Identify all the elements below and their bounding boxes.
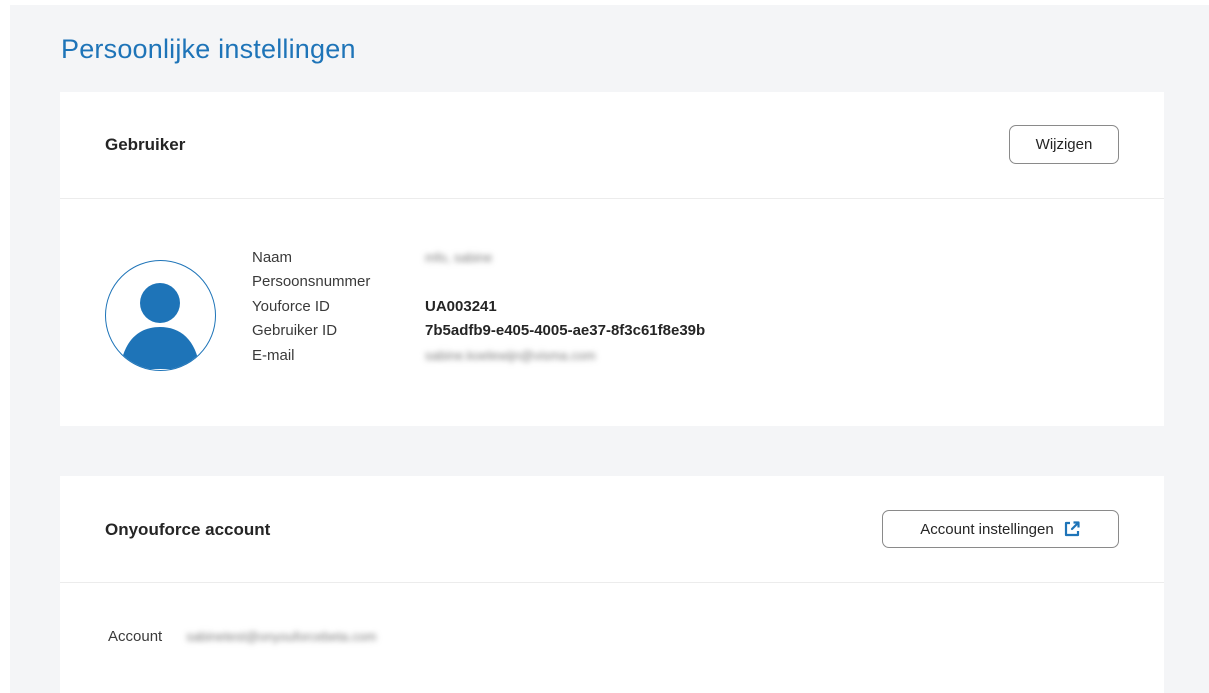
page-title: Persoonlijke instellingen bbox=[61, 34, 356, 64]
user-card-header: Gebruiker Wijzigen bbox=[60, 92, 1164, 199]
edit-button-label: Wijzigen bbox=[1035, 136, 1093, 153]
user-card-title: Gebruiker bbox=[105, 135, 186, 154]
youforce-id-value: UA003241 bbox=[425, 297, 497, 315]
settings-page: Persoonlijke instellingen Gebruiker Wijz… bbox=[10, 5, 1209, 693]
person-number-label: Persoonsnummer bbox=[252, 273, 371, 291]
user-avatar-icon bbox=[105, 260, 216, 371]
user-card: Gebruiker Wijzigen Naam mfo, sabine Pers… bbox=[60, 92, 1164, 426]
user-details: Naam mfo, sabine Persoonsnummer Youforce… bbox=[252, 245, 705, 368]
detail-row-email: E-mail sabine.koelewijn@visma.com bbox=[252, 343, 705, 368]
account-label: Account bbox=[108, 628, 163, 645]
account-settings-button[interactable]: Account instellingen bbox=[882, 510, 1119, 548]
edit-button[interactable]: Wijzigen bbox=[1009, 125, 1119, 164]
account-value: sabinetest@onyouforcebeta.com bbox=[186, 629, 377, 644]
detail-row-person-number: Persoonsnummer bbox=[252, 270, 705, 295]
youforce-id-label: Youforce ID bbox=[252, 297, 330, 315]
email-value: sabine.koelewijn@visma.com bbox=[425, 347, 596, 363]
detail-row-name: Naam mfo, sabine bbox=[252, 245, 705, 270]
external-link-icon bbox=[1063, 520, 1081, 538]
user-id-label: Gebruiker ID bbox=[252, 322, 338, 340]
name-label: Naam bbox=[252, 248, 293, 266]
account-card-header: Onyouforce account Account instellingen bbox=[60, 476, 1164, 583]
user-id-value: 7b5adfb9-e405-4005-ae37-8f3c61f8e39b bbox=[425, 322, 706, 340]
detail-row-youforce-id: Youforce ID UA003241 bbox=[252, 294, 705, 319]
account-card: Onyouforce account Account instellingen … bbox=[60, 476, 1164, 693]
name-value: mfo, sabine bbox=[425, 249, 493, 265]
account-card-title: Onyouforce account bbox=[105, 520, 271, 539]
account-settings-label: Account instellingen bbox=[920, 520, 1054, 538]
detail-row-user-id: Gebruiker ID 7b5adfb9-e405-4005-ae37-8f3… bbox=[252, 319, 705, 344]
email-label: E-mail bbox=[252, 346, 295, 364]
account-row: Account sabinetest@onyouforcebeta.com bbox=[108, 628, 376, 645]
